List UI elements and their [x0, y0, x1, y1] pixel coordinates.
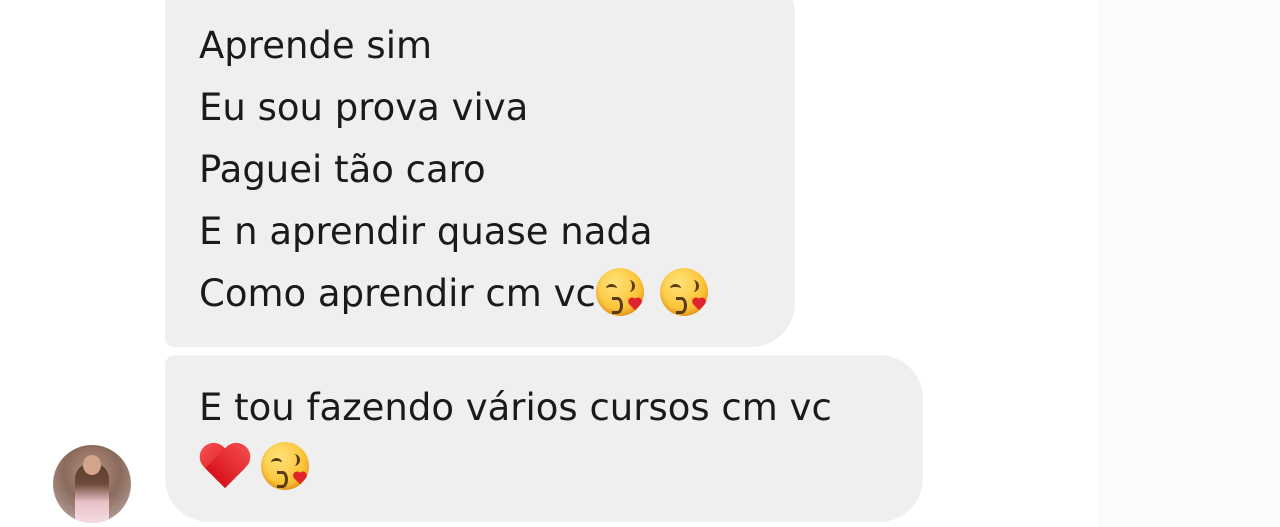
- avatar-head: [83, 455, 101, 475]
- face-blowing-a-kiss-icon: [659, 267, 710, 318]
- message-line: E n aprendir quase nada: [199, 210, 653, 253]
- received-message-bubble[interactable]: Aprende sim Eu sou prova viva Paguei tão…: [165, 0, 795, 347]
- message-line: Eu sou prova viva: [199, 86, 529, 129]
- message-line-text: Como aprendir cm vc: [199, 272, 596, 315]
- face-blowing-a-kiss-icon: [261, 441, 311, 492]
- message-line-with-emoji: Como aprendir cm vc: [199, 263, 795, 325]
- received-message-bubble[interactable]: E tou fazendo vários cursos cm vc: [165, 355, 923, 522]
- message-line: Aprende sim: [199, 24, 433, 67]
- right-panel-edge: [1098, 0, 1280, 527]
- red-heart-icon: [199, 442, 251, 492]
- message-line: Paguei tão caro: [199, 148, 486, 191]
- sender-avatar[interactable]: [53, 445, 131, 523]
- face-blowing-a-kiss-icon: [595, 267, 646, 318]
- emoji-line: [199, 438, 923, 498]
- message-line: E tou fazendo vários cursos cm vc: [199, 386, 832, 429]
